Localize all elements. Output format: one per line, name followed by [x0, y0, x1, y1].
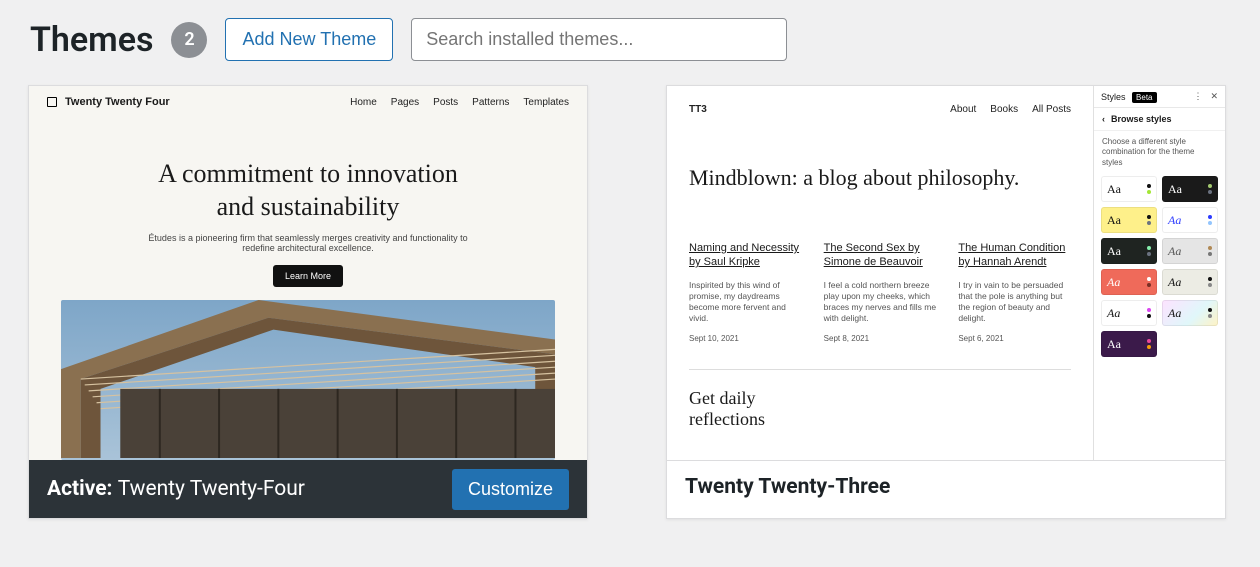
- style-swatch: Aa: [1101, 331, 1157, 357]
- site-logo-icon: [47, 97, 57, 107]
- nav-item: Pages: [391, 97, 419, 108]
- browse-styles-label: Browse styles: [1111, 114, 1172, 124]
- theme-card-twenty-twenty-three[interactable]: TT3 About Books All Posts Mindblown: a b…: [666, 85, 1226, 519]
- site-nav: Home Pages Posts Patterns Templates: [350, 97, 569, 108]
- more-icon: ⋮: [1193, 91, 1202, 102]
- site-nav: About Books All Posts: [950, 104, 1071, 115]
- post-excerpt: The Second Sex by Simone de Beauvoir I f…: [824, 241, 937, 343]
- nav-item: All Posts: [1032, 104, 1071, 115]
- style-swatch: Aa: [1101, 269, 1157, 295]
- post-excerpt: The Human Condition by Hannah Arendt I t…: [958, 241, 1071, 343]
- back-icon: ‹: [1102, 114, 1105, 124]
- nav-item: About: [950, 104, 976, 115]
- styles-panel-title: Styles: [1101, 92, 1126, 102]
- customize-button[interactable]: Customize: [452, 469, 569, 510]
- theme-name: Active: Twenty Twenty-Four: [47, 477, 305, 501]
- styles-panel: Styles Beta ⋮ ✕ ‹ Browse styles Choose a…: [1093, 86, 1225, 460]
- theme-screenshot: Twenty Twenty Four Home Pages Posts Patt…: [29, 86, 587, 460]
- beta-badge: Beta: [1132, 92, 1156, 103]
- theme-name: Twenty Twenty-Three: [685, 475, 890, 499]
- site-title: TT3: [689, 104, 707, 115]
- nav-item: Books: [990, 104, 1018, 115]
- theme-card-twenty-twenty-four[interactable]: Twenty Twenty Four Home Pages Posts Patt…: [28, 85, 588, 519]
- search-input[interactable]: [411, 18, 787, 61]
- hero-section: A commitment to innovationand sustainabi…: [29, 158, 587, 287]
- style-swatch: Aa: [1162, 300, 1218, 326]
- style-swatch: Aa: [1162, 269, 1218, 295]
- add-new-theme-button[interactable]: Add New Theme: [225, 18, 393, 61]
- theme-count-badge: 2: [171, 22, 207, 58]
- post-excerpt: Naming and Necessity by Saul Kripke Insp…: [689, 241, 802, 343]
- style-swatch: Aa: [1162, 238, 1218, 264]
- styles-panel-description: Choose a different style combination for…: [1094, 131, 1225, 172]
- nav-item: Home: [350, 97, 377, 108]
- hero-image: [61, 300, 555, 460]
- nav-item: Patterns: [472, 97, 509, 108]
- page-title: Themes: [30, 20, 153, 60]
- learn-more-button: Learn More: [273, 265, 343, 287]
- style-swatch: Aa: [1101, 300, 1157, 326]
- nav-item: Posts: [433, 97, 458, 108]
- style-swatch: Aa: [1101, 238, 1157, 264]
- site-title: Twenty Twenty Four: [65, 96, 170, 108]
- nav-item: Templates: [523, 97, 569, 108]
- style-swatch: Aa: [1162, 176, 1218, 202]
- style-swatch: Aa: [1101, 207, 1157, 233]
- cta-heading: Get dailyreflections: [689, 388, 1071, 431]
- style-swatch: Aa: [1101, 176, 1157, 202]
- close-icon: ✕: [1210, 91, 1218, 102]
- style-swatch: Aa: [1162, 207, 1218, 233]
- style-swatch-grid: AaAaAaAaAaAaAaAaAaAaAa: [1094, 172, 1225, 361]
- blog-headline: Mindblown: a blog about philosophy.: [689, 165, 1071, 191]
- theme-screenshot: TT3 About Books All Posts Mindblown: a b…: [667, 86, 1225, 460]
